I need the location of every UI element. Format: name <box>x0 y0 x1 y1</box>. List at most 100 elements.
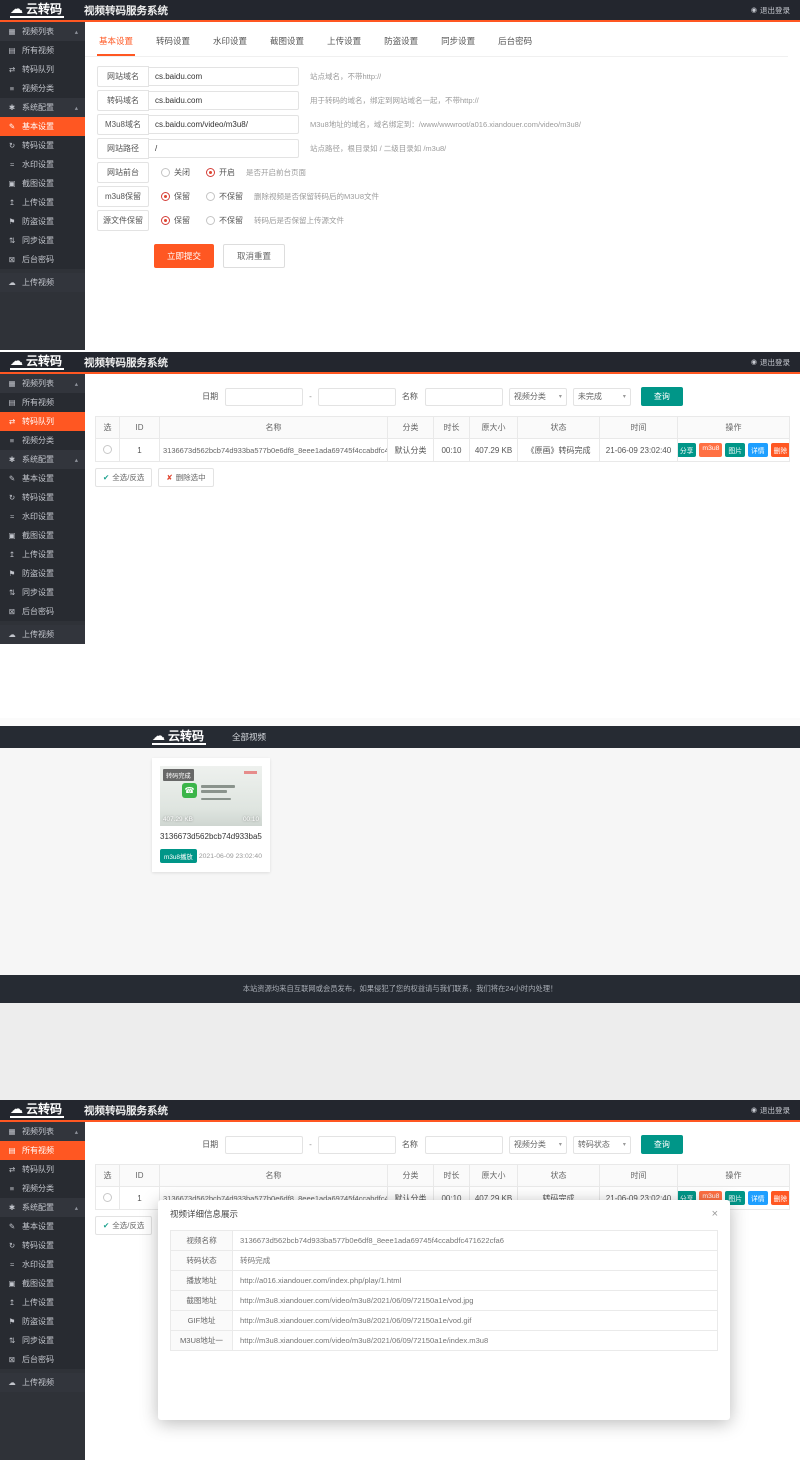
admin-logo[interactable]: ☁云转码 <box>10 354 64 370</box>
tab-转码设置[interactable]: 转码设置 <box>154 35 192 56</box>
name-search-input[interactable] <box>425 1136 503 1154</box>
sidebar-item-system-config[interactable]: ✱系统配置▴ <box>0 1198 85 1217</box>
sidebar-item-transcode-queue[interactable]: ⇄转码队列 <box>0 60 85 79</box>
tab-水印设置[interactable]: 水印设置 <box>211 35 249 56</box>
sidebar-item-upload-settings[interactable]: ↥上传设置 <box>0 193 85 212</box>
radio-option-不保留[interactable]: 不保留 <box>206 215 243 226</box>
radio-option-关闭[interactable]: 关闭 <box>161 167 190 178</box>
image-action[interactable]: 图片 <box>725 443 745 457</box>
share-action[interactable]: 分享 <box>678 443 697 457</box>
category-select[interactable]: 视频分类▾ <box>509 1136 567 1154</box>
video-thumbnail[interactable]: 转码完成 ☎ 407.29 KB 00:10 <box>160 766 262 826</box>
logout-button[interactable]: ◉退出登录 <box>751 357 790 368</box>
tab-后台密码[interactable]: 后台密码 <box>496 35 534 56</box>
select-all-button[interactable]: ✔全选/反选 <box>95 1216 152 1235</box>
tab-防盗设置[interactable]: 防盗设置 <box>382 35 420 56</box>
date-from-input[interactable] <box>225 388 303 406</box>
m3u8-action[interactable]: m3u8 <box>699 443 722 457</box>
sidebar-item-admin-password[interactable]: ⊠后台密码 <box>0 1350 85 1369</box>
row-checkbox[interactable] <box>103 1193 112 1202</box>
sidebar-item-video-list[interactable]: ▦视频列表▴ <box>0 374 85 393</box>
radio-option-保留[interactable]: 保留 <box>161 215 190 226</box>
watermark-settings-icon: ≈ <box>7 512 17 521</box>
front-logo[interactable]: ☁ 云转码 <box>152 729 206 745</box>
sidebar-item-sync-settings[interactable]: ⇅同步设置 <box>0 1331 85 1350</box>
delete-selected-button[interactable]: ✘删除选中 <box>158 468 213 487</box>
logout-button[interactable]: ◉退出登录 <box>751 5 790 16</box>
field-input-网站路径[interactable] <box>149 139 299 158</box>
tab-截图设置[interactable]: 截图设置 <box>268 35 306 56</box>
sidebar-item-screenshot-settings[interactable]: ▣截图设置 <box>0 1274 85 1293</box>
date-from-input[interactable] <box>225 1136 303 1154</box>
sidebar-item-upload-settings[interactable]: ↥上传设置 <box>0 1293 85 1312</box>
tab-同步设置[interactable]: 同步设置 <box>439 35 477 56</box>
sidebar-item-video-category[interactable]: ≡视频分类 <box>0 1179 85 1198</box>
date-label: 日期 <box>202 391 218 402</box>
detail-action[interactable]: 详情 <box>748 1191 768 1205</box>
sidebar-item-basic-settings[interactable]: ✎基本设置 <box>0 469 85 488</box>
search-button[interactable]: 查询 <box>641 387 683 406</box>
sidebar-item-transcode-settings[interactable]: ↻转码设置 <box>0 488 85 507</box>
sidebar-item-sync-settings[interactable]: ⇅同步设置 <box>0 231 85 250</box>
status-select[interactable]: 转码状态▾ <box>573 1136 631 1154</box>
date-to-input[interactable] <box>318 388 396 406</box>
field-input-转码域名[interactable] <box>149 91 299 110</box>
sidebar-item-watermark-settings[interactable]: ≈水印设置 <box>0 1255 85 1274</box>
sidebar-item-screenshot-settings[interactable]: ▣截图设置 <box>0 526 85 545</box>
sidebar-item-transcode-settings[interactable]: ↻转码设置 <box>0 136 85 155</box>
sidebar-item-hotlink-settings[interactable]: ⚑防盗设置 <box>0 564 85 583</box>
radio-option-保留[interactable]: 保留 <box>161 191 190 202</box>
sidebar-item-all-videos[interactable]: ▤所有视频 <box>0 1141 85 1160</box>
sidebar-item-video-category[interactable]: ≡视频分类 <box>0 79 85 98</box>
sidebar-item-watermark-settings[interactable]: ≈水印设置 <box>0 155 85 174</box>
sidebar-item-admin-password[interactable]: ⊠后台密码 <box>0 602 85 621</box>
radio-option-不保留[interactable]: 不保留 <box>206 191 243 202</box>
logout-button[interactable]: ◉退出登录 <box>751 1105 790 1116</box>
delete-action[interactable]: 删除 <box>771 1191 790 1205</box>
sidebar-item-video-list[interactable]: ▦视频列表▴ <box>0 22 85 41</box>
sidebar-item-admin-password[interactable]: ⊠后台密码 <box>0 250 85 269</box>
submit-button[interactable]: 立即提交 <box>154 244 214 268</box>
sidebar-item-transcode-queue[interactable]: ⇄转码队列 <box>0 412 85 431</box>
field-input-M3u8域名[interactable] <box>149 115 299 134</box>
sidebar-item-upload-settings[interactable]: ↥上传设置 <box>0 545 85 564</box>
radio-option-开启[interactable]: 开启 <box>206 167 235 178</box>
status-select[interactable]: 未完成▾ <box>573 388 631 406</box>
sidebar-item-upload-video[interactable]: ☁上传视频 <box>0 625 85 644</box>
video-card[interactable]: 转码完成 ☎ 407.29 KB 00:10 3136673d562bcb74d… <box>152 758 270 872</box>
field-input-网站域名[interactable] <box>149 67 299 86</box>
delete-action[interactable]: 删除 <box>771 443 790 457</box>
close-icon[interactable]: × <box>712 1209 718 1220</box>
date-to-input[interactable] <box>318 1136 396 1154</box>
sidebar-item-upload-video[interactable]: ☁上传视频 <box>0 273 85 292</box>
m3u8-play-button[interactable]: m3u8播放 <box>160 849 197 863</box>
category-select[interactable]: 视频分类▾ <box>509 388 567 406</box>
admin-logo[interactable]: ☁云转码 <box>10 1102 64 1118</box>
sidebar-item-basic-settings[interactable]: ✎基本设置 <box>0 1217 85 1236</box>
sidebar-item-all-videos[interactable]: ▤所有视频 <box>0 41 85 60</box>
sidebar-item-video-list[interactable]: ▦视频列表▴ <box>0 1122 85 1141</box>
name-search-input[interactable] <box>425 388 503 406</box>
detail-action[interactable]: 详情 <box>748 443 768 457</box>
sidebar-item-transcode-settings[interactable]: ↻转码设置 <box>0 1236 85 1255</box>
tab-上传设置[interactable]: 上传设置 <box>325 35 363 56</box>
sidebar-item-sync-settings[interactable]: ⇅同步设置 <box>0 583 85 602</box>
sidebar-item-upload-video[interactable]: ☁上传视频 <box>0 1373 85 1392</box>
sidebar-item-hotlink-settings[interactable]: ⚑防盗设置 <box>0 1312 85 1331</box>
tab-基本设置[interactable]: 基本设置 <box>97 35 135 56</box>
sidebar-item-transcode-queue[interactable]: ⇄转码队列 <box>0 1160 85 1179</box>
sidebar-item-hotlink-settings[interactable]: ⚑防盗设置 <box>0 212 85 231</box>
sidebar-item-system-config[interactable]: ✱系统配置▴ <box>0 450 85 469</box>
sidebar-item-screenshot-settings[interactable]: ▣截图设置 <box>0 174 85 193</box>
sidebar-item-basic-settings[interactable]: ✎基本设置 <box>0 117 85 136</box>
sidebar-item-watermark-settings[interactable]: ≈水印设置 <box>0 507 85 526</box>
select-all-button[interactable]: ✔全选/反选 <box>95 468 152 487</box>
sidebar-item-all-videos[interactable]: ▤所有视频 <box>0 393 85 412</box>
sidebar-item-system-config[interactable]: ✱系统配置▴ <box>0 98 85 117</box>
admin-logo[interactable]: ☁云转码 <box>10 2 64 18</box>
search-button[interactable]: 查询 <box>641 1135 683 1154</box>
sidebar-item-video-category[interactable]: ≡视频分类 <box>0 431 85 450</box>
nav-all-videos[interactable]: 全部视频 <box>232 731 266 743</box>
row-checkbox[interactable] <box>103 445 112 454</box>
reset-button[interactable]: 取消重置 <box>223 244 285 268</box>
